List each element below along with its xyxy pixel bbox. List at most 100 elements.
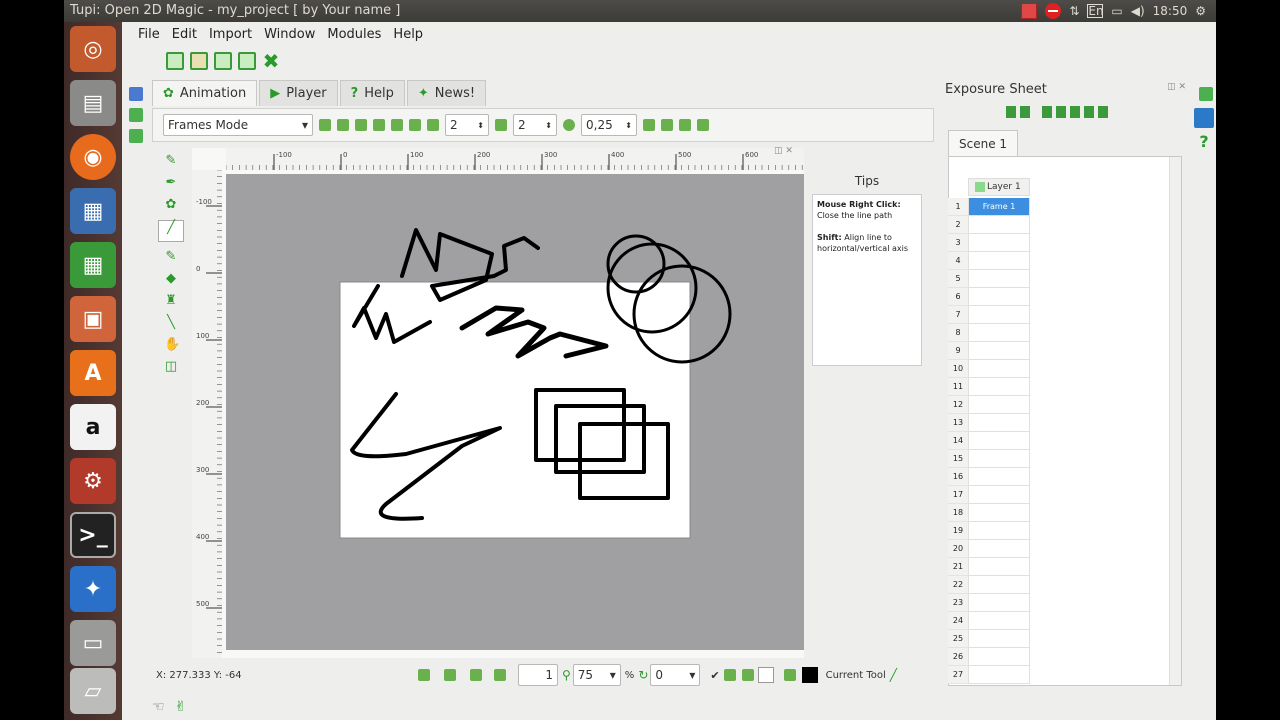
opacity-spinbox[interactable]: 0,25 ⬍ (581, 114, 637, 136)
amazon-icon[interactable]: a (70, 404, 116, 450)
keyboard-layout-indicator[interactable]: En (1087, 4, 1104, 18)
safe-area-icon[interactable] (661, 119, 673, 131)
grid-icon[interactable] (643, 119, 655, 131)
dash-home-icon[interactable]: ◎ (70, 26, 116, 72)
move-up-icon[interactable] (1070, 106, 1080, 118)
fingers-icon[interactable]: ✌ (175, 699, 187, 715)
frame-cell[interactable] (968, 504, 1030, 522)
menu-import[interactable]: Import (203, 27, 258, 42)
frame-cell[interactable] (968, 360, 1030, 378)
frame-cell[interactable] (968, 306, 1030, 324)
clock[interactable]: 18:50 (1153, 0, 1188, 22)
frame-cell[interactable] (968, 486, 1030, 504)
copy-frame-icon[interactable] (355, 119, 367, 131)
tab-animation[interactable]: ✿ Animation (152, 80, 258, 106)
battery-icon[interactable]: ▭ (1111, 0, 1122, 22)
frame-cell[interactable] (968, 378, 1030, 396)
shapes-tool-icon[interactable]: ◫ (164, 360, 178, 374)
pencil-tool-icon[interactable]: ✎ (164, 154, 178, 168)
frame-cell[interactable] (968, 522, 1030, 540)
group-icon[interactable] (391, 119, 403, 131)
calc-icon[interactable]: ▦ (70, 242, 116, 288)
pen-color-icon[interactable] (723, 669, 736, 681)
ink-tool-icon[interactable]: ✒ (164, 176, 178, 190)
onion-prev-icon[interactable] (427, 119, 439, 131)
frame-cell[interactable] (968, 648, 1030, 666)
open-folder-icon[interactable] (190, 52, 208, 70)
software-center-icon[interactable]: A (70, 350, 116, 396)
text-tool-icon[interactable]: ╲ (164, 316, 178, 330)
new-project-icon[interactable] (166, 52, 184, 70)
remove-layer-icon[interactable] (1020, 106, 1030, 118)
panel-float-close-icons[interactable]: ◫ ✕ (1167, 82, 1186, 92)
hand-tool-icon[interactable]: ✋ (164, 338, 180, 352)
menu-edit[interactable]: Edit (166, 27, 203, 42)
fit-icon[interactable] (444, 669, 456, 681)
insert-layer-icon[interactable] (1006, 106, 1016, 118)
brush-icon[interactable] (783, 669, 796, 681)
antialias-check-icon[interactable]: ✔ (710, 669, 719, 682)
hand-icon[interactable]: ☜ (152, 699, 165, 715)
menu-modules[interactable]: Modules (321, 27, 387, 42)
fill-color-icon[interactable] (741, 669, 754, 681)
frame-cell[interactable] (968, 432, 1030, 450)
menu-file[interactable]: File (132, 27, 166, 42)
frame-cell[interactable] (968, 540, 1030, 558)
selection-tool-icon[interactable]: ◆ (164, 272, 178, 286)
frame-cell[interactable] (968, 342, 1030, 360)
onion-next-spinbox[interactable]: 2 ⬍ (513, 114, 557, 136)
mode-selector[interactable]: Frames Mode ▾ (163, 114, 313, 136)
close-project-icon[interactable]: ✖ (262, 51, 280, 71)
writer-icon[interactable]: ▦ (70, 188, 116, 234)
color-swatch[interactable] (801, 667, 818, 683)
actual-size-icon[interactable] (418, 669, 430, 681)
open-network-icon[interactable] (214, 52, 232, 70)
frame-cell[interactable] (968, 558, 1030, 576)
polyline-tool-icon[interactable]: ✿ (164, 198, 178, 212)
zoom-selector[interactable]: 75 ▾ (572, 664, 621, 686)
volume-icon[interactable]: ◀) (1131, 0, 1145, 22)
redo-icon[interactable] (337, 119, 349, 131)
frame-cell[interactable] (968, 450, 1030, 468)
tab-scene-1[interactable]: Scene 1 (948, 130, 1019, 156)
frame-cell[interactable]: Frame 1 (968, 198, 1030, 216)
workspace-switcher-icon[interactable]: ▱ (70, 668, 116, 714)
help-icon[interactable]: ? (1192, 132, 1216, 151)
impress-icon[interactable]: ▣ (70, 296, 116, 342)
gear-icon[interactable]: ⚙ (1195, 0, 1206, 22)
drive-icon[interactable]: ▭ (70, 620, 116, 666)
paste-frame-icon[interactable] (373, 119, 385, 131)
palette-icon[interactable] (129, 87, 143, 101)
onion-next-icon[interactable] (495, 119, 507, 131)
frame-number-field[interactable]: 1 (518, 664, 558, 686)
copy-frame-icon[interactable] (1056, 106, 1066, 118)
frame-cell[interactable] (968, 324, 1030, 342)
frame-icon[interactable] (494, 669, 506, 681)
lock-icon[interactable] (1098, 106, 1108, 118)
drawing-canvas[interactable] (226, 174, 804, 650)
frame-cell[interactable] (968, 666, 1030, 684)
line-tool-icon[interactable]: ╱ (158, 220, 184, 242)
terminal-icon[interactable]: >_ (70, 512, 116, 558)
ungroup-icon[interactable] (409, 119, 421, 131)
firefox-icon[interactable]: ◉ (70, 134, 116, 180)
move-down-icon[interactable] (1084, 106, 1094, 118)
zoom-fit-icon[interactable] (470, 669, 482, 681)
menu-window[interactable]: Window (258, 27, 321, 42)
background-swatch[interactable] (757, 667, 774, 683)
camera-icon[interactable] (679, 119, 691, 131)
panel-float-close-icons[interactable]: ◫ ✕ (774, 146, 793, 156)
frame-cell[interactable] (968, 594, 1030, 612)
record-stop-icon[interactable] (1021, 3, 1038, 19)
vertical-scrollbar[interactable] (1169, 157, 1181, 685)
stage[interactable] (226, 174, 804, 650)
frame-cell[interactable] (968, 396, 1030, 414)
frame-cell[interactable] (968, 270, 1030, 288)
rotation-selector[interactable]: 0 ▾ (650, 664, 701, 686)
tab-news[interactable]: ✦ News! (406, 80, 487, 106)
network-icon[interactable]: ⇅ (1069, 0, 1079, 22)
frame-cell[interactable] (968, 576, 1030, 594)
tab-help[interactable]: ? Help (339, 80, 405, 106)
frame-cell[interactable] (968, 468, 1030, 486)
eraser-tool-icon[interactable]: ✎ (164, 250, 178, 264)
